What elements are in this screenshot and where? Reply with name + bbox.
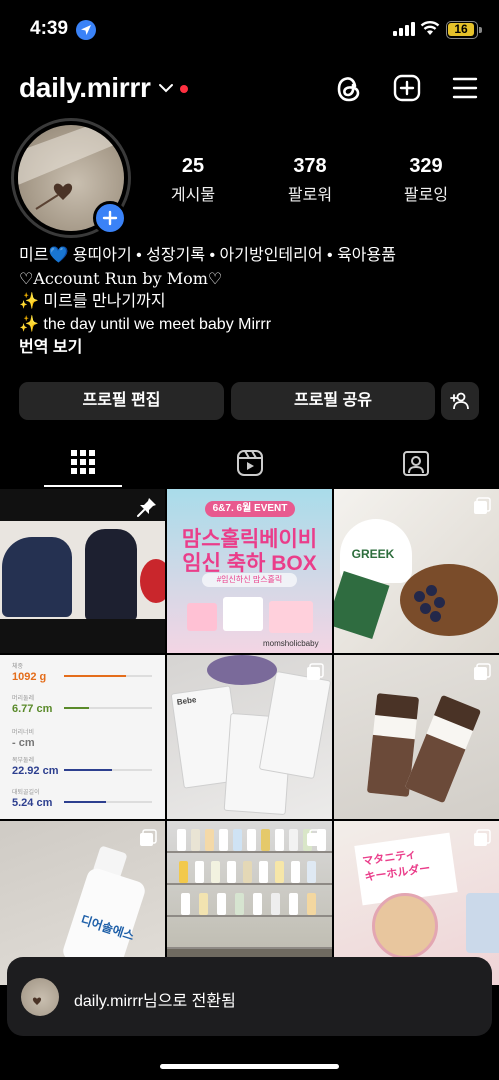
battery-icon: 16 — [446, 21, 482, 39]
battery-level: 16 — [454, 22, 468, 36]
home-indicator[interactable] — [160, 1064, 339, 1069]
bio-line-1: 미르💙 용띠아기 • 성장기록 • 아기방인테리어 • 육아용품 — [19, 247, 396, 264]
see-translation-link[interactable]: 번역 보기 — [19, 336, 489, 359]
carousel-icon — [474, 497, 491, 514]
carousel-icon — [307, 829, 324, 846]
followers-label: 팔로워 — [287, 187, 333, 204]
posts-count: 25 — [181, 155, 205, 177]
edit-profile-button[interactable]: 프로필 편집 — [19, 382, 224, 420]
status-bar: 4:39 16 — [0, 0, 499, 60]
measure-value: 1092 g — [12, 671, 47, 683]
bio-line-3: ✨ 미르를 만나기까지 — [19, 293, 166, 310]
measure-label: 머리너비 — [12, 730, 35, 736]
yogurt-label: GREEK — [351, 547, 395, 561]
measure-value: 22.92 cm — [12, 765, 59, 777]
stat-followers[interactable]: 378 팔로워 — [265, 155, 355, 205]
toast-avatar — [21, 978, 59, 1016]
menu-icon[interactable] — [452, 77, 478, 99]
carousel-icon — [307, 663, 324, 680]
measure-label: 대퇴골길이 — [12, 790, 40, 796]
following-count: 329 — [409, 155, 443, 177]
cellular-signal-icon — [393, 22, 415, 36]
post-tile-4[interactable]: 체중 1092 g 머리둘레 6.77 cm 머리너비 - cm 복부둘레 22… — [0, 655, 165, 819]
reels-icon — [237, 450, 263, 476]
toast-message: daily.mirrr님으로 전환됨 — [74, 993, 236, 1010]
account-switcher[interactable]: daily.mirrr — [19, 72, 151, 104]
measure-label: 복부둘레 — [12, 758, 35, 764]
followers-count: 378 — [293, 155, 327, 177]
tab-tagged[interactable] — [332, 440, 498, 488]
profile-bio: 미르💙 용띠아기 • 성장기록 • 아기방인테리어 • 육아용품 ♡Accoun… — [19, 244, 489, 359]
carousel-icon — [474, 663, 491, 680]
post-tile-5[interactable]: Bebe — [167, 655, 332, 819]
following-label: 팔로잉 — [403, 187, 449, 204]
post-tile-3[interactable]: GREEK — [334, 489, 499, 653]
notification-dot — [180, 85, 188, 93]
bio-line-2: ♡Account Run by Mom♡ — [19, 269, 223, 288]
event-subtitle: #임신하신 맘스홀릭 — [202, 573, 297, 587]
product-label: Bebe — [176, 695, 197, 707]
carousel-icon — [474, 829, 491, 846]
wifi-icon — [420, 21, 440, 35]
active-tab-indicator — [44, 485, 122, 487]
post-tile-2[interactable]: 6&7. 6월 EVENT 맘스홀릭베이비 임신 축하 BOX #임신하신 맘스… — [167, 489, 332, 653]
stat-following[interactable]: 329 팔로잉 — [381, 155, 471, 205]
status-time: 4:39 — [30, 18, 69, 39]
measure-value: - cm — [12, 737, 35, 749]
stat-posts[interactable]: 25 게시물 — [148, 155, 238, 205]
post-tile-6[interactable] — [334, 655, 499, 819]
location-arrow-icon — [76, 20, 96, 40]
watermark: momsholicbaby — [263, 639, 319, 648]
account-switched-toast: daily.mirrr님으로 전환됨 — [7, 957, 492, 1036]
measure-value: 5.24 cm — [12, 797, 53, 809]
tab-reels[interactable] — [166, 440, 332, 488]
discover-people-button[interactable] — [441, 382, 479, 420]
pin-icon — [137, 498, 156, 517]
grid-icon — [71, 450, 95, 474]
threads-icon[interactable] — [335, 74, 363, 104]
add-person-icon — [450, 392, 469, 410]
add-post-icon[interactable] — [393, 74, 421, 102]
add-story-button[interactable] — [93, 201, 127, 235]
profile-tabs — [0, 440, 499, 488]
chevron-down-icon[interactable] — [158, 82, 174, 94]
carousel-icon — [140, 829, 157, 846]
post-tile-1[interactable] — [0, 489, 165, 653]
event-badge: 6&7. 6월 EVENT — [205, 501, 295, 517]
measure-label: 체중 — [12, 664, 24, 670]
bio-line-4: ✨ the day until we meet baby Mirrr — [19, 316, 272, 333]
tab-posts-grid[interactable] — [0, 440, 166, 488]
share-profile-button[interactable]: 프로필 공유 — [231, 382, 435, 420]
tagged-person-icon — [403, 451, 429, 476]
measure-label: 머리둘레 — [12, 696, 35, 702]
posts-label: 게시물 — [170, 187, 216, 204]
measure-value: 6.77 cm — [12, 703, 53, 715]
